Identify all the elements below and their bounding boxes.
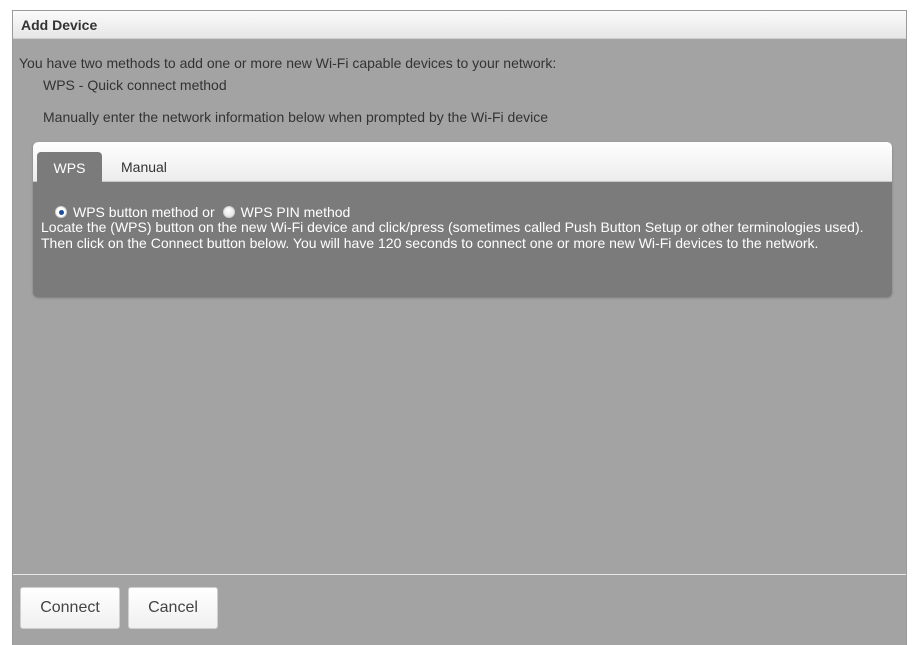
tab-manual[interactable]: Manual (121, 152, 167, 182)
wps-button-method-radio[interactable] (55, 206, 67, 218)
wps-pin-method-radio[interactable] (222, 206, 235, 218)
method-tabs-panel: WPS Manual WPS button method or WPS PIN … (33, 142, 892, 297)
connect-button[interactable]: Connect (20, 587, 120, 629)
dialog-title: Add Device (21, 16, 98, 33)
method-manual-text: Manually enter the network information b… (43, 109, 549, 125)
cancel-button[interactable]: Cancel (128, 587, 218, 629)
wps-method-options: WPS button method or WPS PIN method (55, 204, 350, 220)
dialog-header: Add Device (13, 11, 906, 39)
intro-text: You have two methods to add one or more … (19, 55, 557, 71)
add-device-dialog: Add Device You have two methods to add o… (12, 10, 907, 645)
wps-pin-method-label[interactable]: WPS PIN method (241, 204, 351, 220)
wps-tab-content: WPS button method or WPS PIN method Loca… (33, 182, 892, 251)
wps-instructions: Locate the (WPS) button on the new Wi-Fi… (41, 219, 864, 251)
wps-button-method-label[interactable]: WPS button method or (73, 204, 215, 220)
tab-bar: WPS Manual (33, 142, 892, 183)
footer-divider (13, 574, 906, 575)
tab-wps[interactable]: WPS (37, 152, 102, 183)
method-wps-text: WPS - Quick connect method (43, 77, 227, 93)
